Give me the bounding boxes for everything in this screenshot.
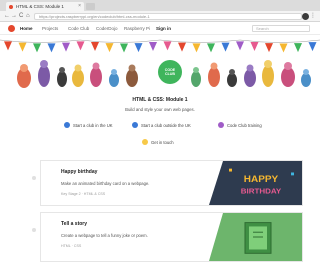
start-club-outside-uk-label: Start a club outside the UK (141, 122, 191, 128)
chat-icon (142, 139, 148, 145)
project-bullet (32, 176, 36, 180)
address-bar[interactable]: https://projects.raspberrypi.org/en/code… (34, 13, 302, 20)
get-in-touch-label: Get in touch (151, 139, 174, 145)
reload-icon[interactable]: C (19, 12, 23, 21)
globe-icon (132, 122, 138, 128)
browser-tabstrip: HTML & CSS: Module 1 × (0, 0, 320, 11)
storybook-illustration (209, 213, 302, 261)
badge-line-2: CLUB (165, 72, 175, 76)
project-description: Create a webpage to tell a funny joke or… (61, 233, 148, 238)
project-bullet (32, 228, 36, 232)
back-icon[interactable]: ← (4, 12, 10, 21)
project-description: Make an animated birthday card on a webp… (61, 181, 150, 186)
extension-icon[interactable] (302, 13, 309, 20)
tab-title: HTML & CSS: Module 1 (16, 4, 64, 9)
nav-sign-in[interactable]: Sign in (156, 22, 171, 35)
new-tab-button[interactable] (86, 3, 95, 10)
get-in-touch-link[interactable]: Get in touch (142, 137, 174, 147)
home-icon[interactable]: ⌂ (26, 12, 30, 21)
globe-icon (64, 122, 70, 128)
project-title[interactable]: Happy birthday (61, 169, 97, 175)
art-text-birthday: BIRTHDAY (241, 187, 282, 196)
happy-birthday-illustration: HAPPY BIRTHDAY (209, 161, 302, 205)
project-card-tell-a-story[interactable]: Tell a story Create a webpage to tell a … (40, 212, 303, 262)
start-club-uk-link[interactable]: Start a club in the UK (64, 120, 113, 130)
site-search-input[interactable]: Search (252, 25, 310, 32)
favicon-icon (9, 4, 13, 9)
hero-banner: CODE CLUB (0, 36, 320, 94)
art-text-happy: HAPPY (244, 174, 279, 185)
nav-projects[interactable]: Projects (42, 22, 58, 35)
nav-code-club[interactable]: Code Club (68, 22, 89, 35)
action-links: Start a club in the UK Start a club outs… (0, 120, 320, 130)
browser-menu-icon[interactable]: ⋮ (310, 12, 316, 21)
nav-home[interactable]: Home (20, 22, 33, 35)
nav-coderdojo[interactable]: CoderDojo (96, 22, 118, 35)
training-icon (218, 122, 224, 128)
start-club-outside-uk-link[interactable]: Start a club outside the UK (132, 120, 191, 130)
project-meta: HTML · CSS (61, 244, 82, 248)
code-club-training-link[interactable]: Code Club training (218, 120, 262, 130)
browser-tab[interactable]: HTML & CSS: Module 1 × (6, 2, 84, 11)
browser-toolbar: ← → C ⌂ https://projects.raspberrypi.org… (0, 11, 320, 22)
site-nav: Home Projects Code Club CoderDojo Raspbe… (0, 22, 320, 35)
page-title: HTML & CSS: Module 1 (132, 97, 188, 103)
raspberry-pi-logo-icon[interactable] (8, 25, 15, 32)
project-meta: Key Stage 2 · HTML & CSS (61, 192, 106, 196)
code-club-badge: CODE CLUB (158, 60, 182, 84)
forward-icon[interactable]: → (11, 12, 17, 21)
tab-close-icon[interactable]: × (78, 2, 81, 11)
project-title[interactable]: Tell a story (61, 221, 87, 227)
code-club-training-label: Code Club training (227, 122, 262, 128)
project-card-happy-birthday[interactable]: Happy birthday Make an animated birthday… (40, 160, 303, 206)
page-subtitle: Build and style your own web pages. (125, 107, 195, 112)
nav-raspberry-pi[interactable]: Raspberry Pi (124, 22, 150, 35)
start-club-uk-label: Start a club in the UK (73, 122, 113, 128)
